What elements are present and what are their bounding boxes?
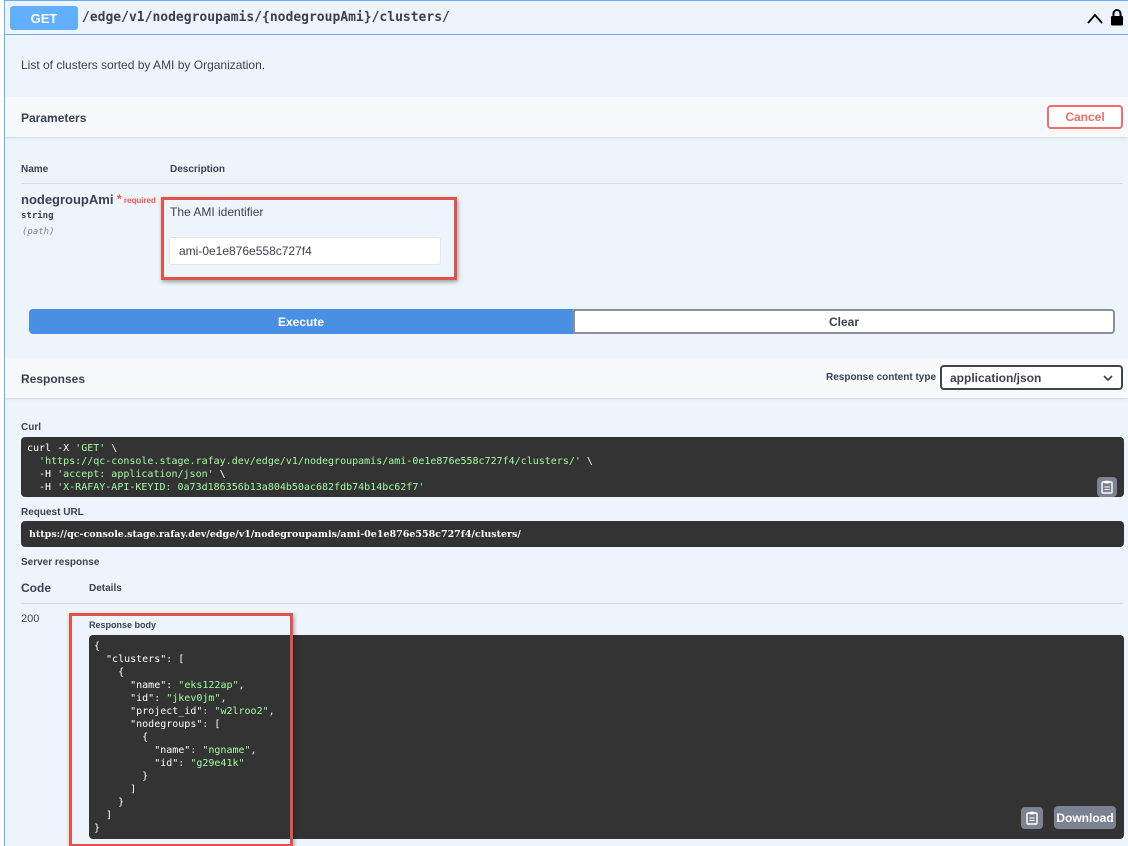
parameter-location: (path) [22,227,55,237]
copy-response-button[interactable] [1021,807,1043,829]
execute-button[interactable]: Execute [29,309,573,334]
response-content-type-select[interactable]: application/json [940,365,1123,390]
operation-description: List of clusters sorted by AMI by Organi… [21,58,266,72]
copy-curl-button[interactable] [1097,477,1117,497]
code-text: curl -X [27,443,76,454]
code-text: -H [27,469,58,480]
code-text: \ [580,456,593,467]
chevron-down-icon [1103,375,1113,382]
clipboard-icon [1101,480,1113,494]
column-header-name: Name [21,164,49,175]
chevron-up-icon[interactable] [1086,11,1104,25]
server-response-label: Server response [21,557,100,568]
parameters-title: Parameters [21,111,87,125]
code-string: 'accept: application/json' [57,469,214,480]
code-string: 'X-RAFAY-API-KEYID: 0a73d186356b13a804b5… [57,482,425,493]
response-content-type-value: application/json [950,370,1042,385]
download-button[interactable]: Download [1054,806,1116,829]
operation-block: GET /edge/v1/nodegroupamis/{nodegroupAmi… [4,0,1128,846]
column-header-description: Description [170,164,226,175]
http-method-badge: GET [10,6,78,30]
code-string: 'GET' [75,443,106,454]
response-status-code: 200 [21,613,40,625]
responses-title: Responses [21,372,86,386]
code-line: curl -X 'GET' \ [27,442,1118,455]
clipboard-icon [1026,811,1038,825]
endpoint-path: /edge/v1/nodegroupamis/{nodegroupAmi}/cl… [82,10,450,25]
code-text: \ [213,469,226,480]
cancel-button[interactable]: Cancel [1047,105,1123,129]
curl-command-block[interactable]: curl -X 'GET' \ 'https://qc-console.stag… [21,437,1124,497]
curl-label: Curl [21,422,41,433]
request-url-value[interactable]: https://qc-console.stage.rafay.dev/edge/… [21,521,1124,547]
required-marker: * required [117,192,156,206]
code-column-header: Code [21,581,51,595]
required-label: required [123,196,156,205]
code-line: -H 'X-RAFAY-API-KEYID: 0a73d186356b13a80… [27,481,1118,494]
divider [21,603,1123,604]
highlight-annotation-response [69,613,293,846]
parameter-name: nodegroupAmi [21,192,114,207]
operation-summary[interactable]: GET /edge/v1/nodegroupamis/{nodegroupAmi… [5,1,1128,35]
lock-icon[interactable] [1110,8,1124,26]
divider [21,183,1123,184]
required-star: * [117,192,122,206]
details-column-header: Details [89,583,122,594]
clear-button[interactable]: Clear [573,309,1115,334]
code-string: 'https://qc-console.stage.rafay.dev/edge… [39,456,581,467]
code-line: -H 'accept: application/json' \ [27,468,1118,481]
code-line: 'https://qc-console.stage.rafay.dev/edge… [27,455,1118,468]
code-text: \ [105,443,118,454]
response-content-type-label: Response content type [826,372,937,383]
code-text: -H [27,482,58,493]
parameter-description: The AMI identifier [170,205,264,219]
parameters-header: Parameters [5,97,1128,137]
nodegroup-ami-input[interactable] [169,237,441,265]
parameter-type: string [21,211,54,221]
request-url-label: Request URL [21,507,84,518]
